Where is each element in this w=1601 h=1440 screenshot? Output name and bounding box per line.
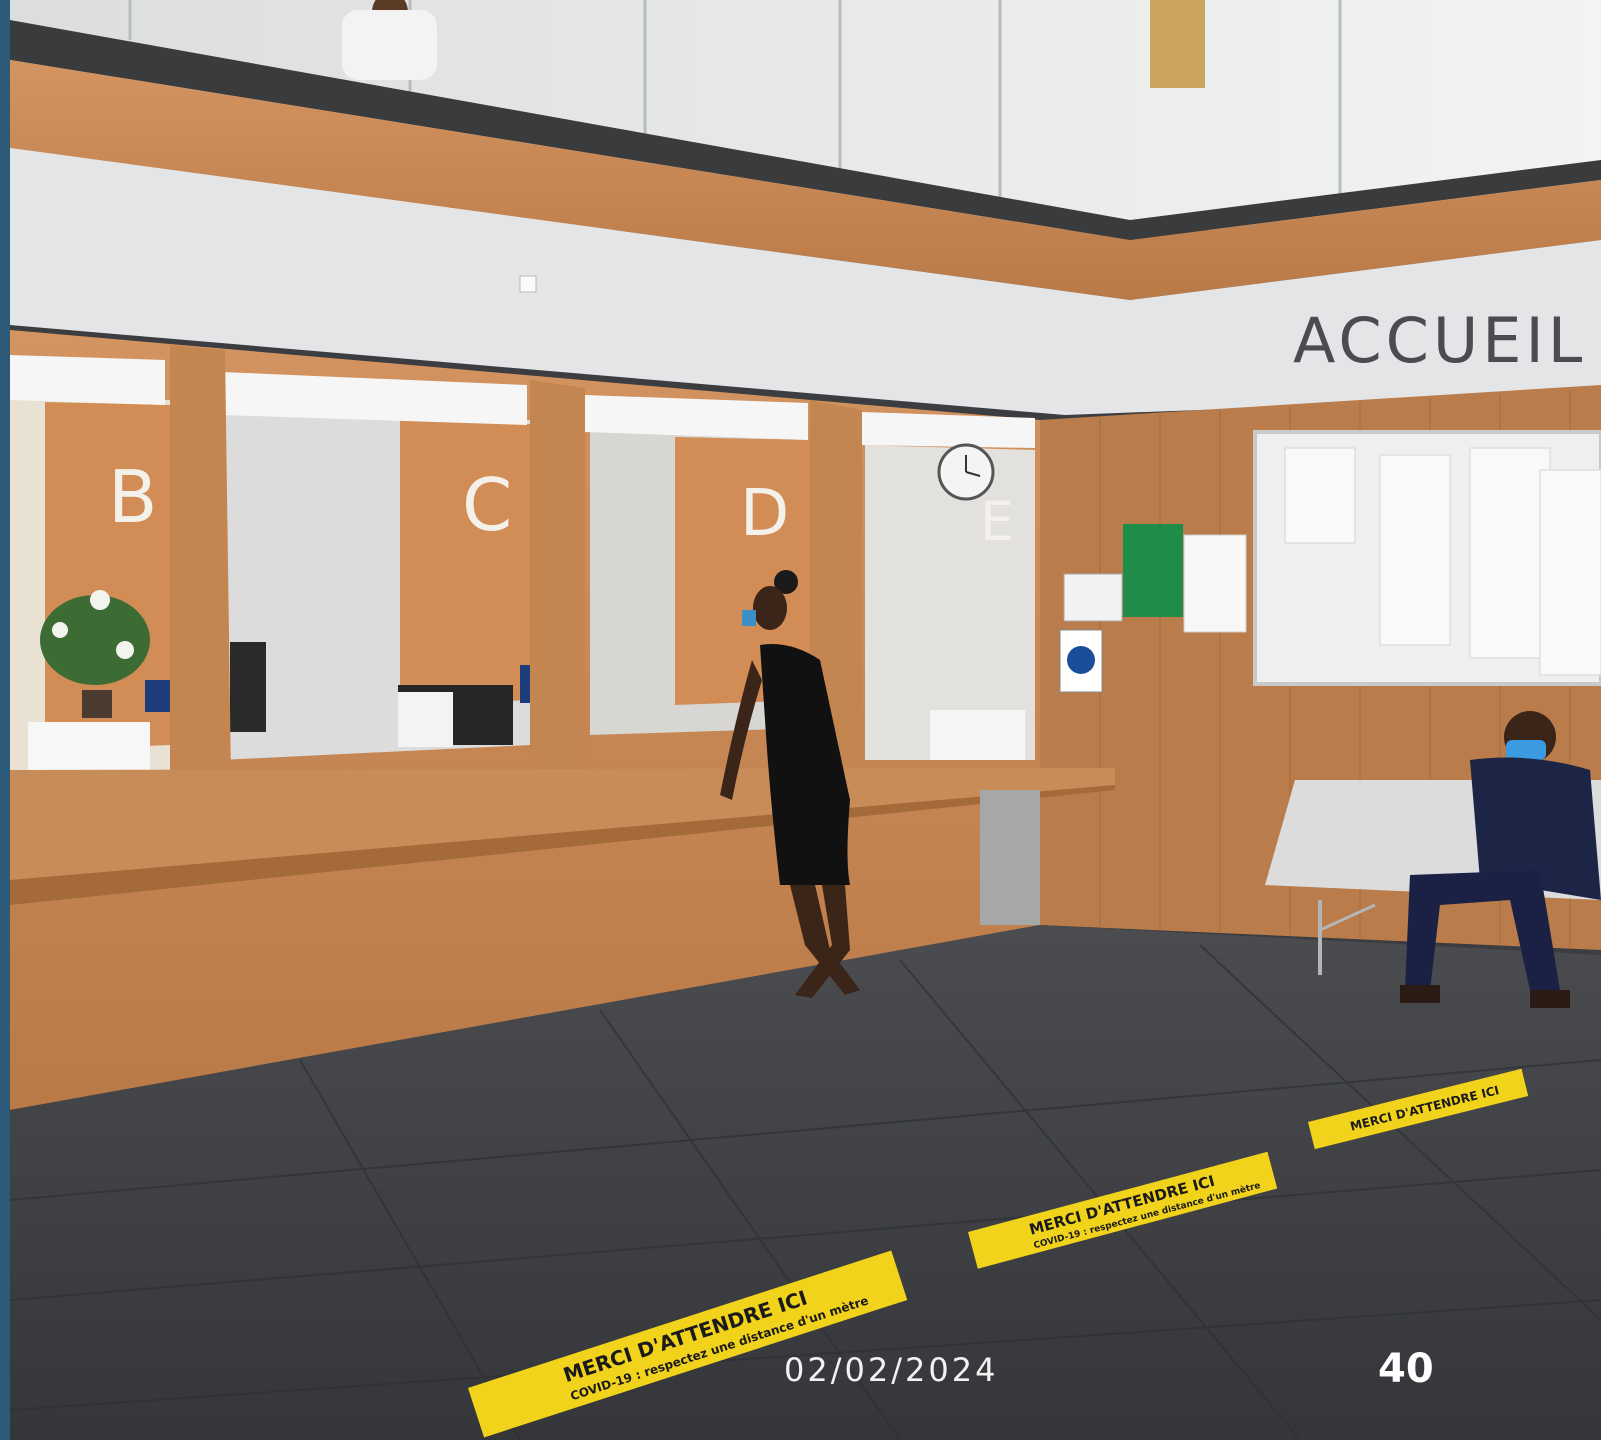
- wall-sensor: [519, 275, 537, 293]
- monitor: [230, 642, 266, 732]
- counter-letter-c: C: [462, 463, 512, 547]
- mask-icon: [1067, 646, 1095, 674]
- footer-date: 02/02/2024: [784, 1351, 999, 1389]
- accueil-sign: ACCUEIL: [1293, 304, 1586, 377]
- paper-notice: [398, 692, 453, 747]
- counter-letter-d: D: [740, 477, 789, 551]
- white-box: [28, 722, 150, 772]
- notice-poster: [1183, 534, 1247, 633]
- page-number: 40: [1378, 1346, 1434, 1392]
- small-notice: [1063, 573, 1123, 622]
- steel-panel: [980, 790, 1040, 925]
- slide-photo: ACCUEIL B C D E MERCI D'ATTENDRE ICI COV…: [0, 0, 1601, 1440]
- paper-stack: [930, 710, 1025, 760]
- notice-board-upper: [1150, 0, 1205, 88]
- reception-hall-photo: ACCUEIL B C D E MERCI D'ATTENDRE ICI COV…: [9, 0, 1601, 1440]
- accessibility-sign-b: [145, 680, 171, 712]
- counter-letter-b: B: [108, 455, 157, 539]
- covid-poster-green: [1123, 524, 1183, 617]
- upper-person: [342, 0, 437, 80]
- counter-letter-e: E: [980, 490, 1014, 553]
